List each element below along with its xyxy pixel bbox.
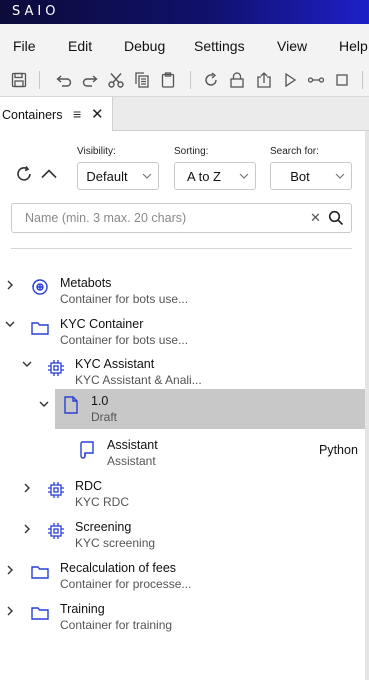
collapse-all-icon[interactable]	[40, 165, 58, 183]
search-icon[interactable]	[328, 210, 344, 226]
tree-item-screening[interactable]: Screening KYC screening	[0, 515, 365, 555]
tree-item-title: RDC	[75, 479, 103, 493]
tree-item-subtitle: KYC RDC	[75, 495, 130, 509]
tree-item-title: Screening	[75, 520, 132, 534]
chip-icon	[48, 482, 64, 498]
folder-icon	[31, 566, 49, 579]
save-icon[interactable]	[8, 69, 30, 91]
tree-item-title: KYC Assistant	[75, 357, 155, 371]
tab-containers[interactable]: Containers ≡ ✕	[0, 97, 113, 132]
tree-item-assistant[interactable]: Assistant Assistant Python	[0, 433, 365, 473]
containers-panel: Visibility: Default Sorting: A to Z Sear…	[0, 131, 365, 680]
refresh-tree-icon[interactable]	[14, 164, 34, 184]
menu-debug[interactable]: Debug	[124, 38, 165, 54]
tree-item-subtitle: Container for bots use...	[60, 292, 189, 306]
chip-icon	[48, 523, 64, 539]
search-for-select[interactable]: Bot	[270, 162, 352, 190]
divider	[11, 248, 352, 249]
panel-scrollbar[interactable]	[365, 131, 369, 680]
lock-icon[interactable]	[226, 69, 248, 91]
tree-item-subtitle: Assistant	[107, 454, 156, 468]
tree-item-subtitle: KYC Assistant & Anali...	[75, 373, 202, 387]
search-for-value: Bot	[290, 169, 310, 184]
menu-icon[interactable]: ≡	[73, 106, 81, 122]
title-bar: SAIO	[0, 0, 369, 24]
visibility-value: Default	[86, 169, 128, 184]
tree-item-metabots[interactable]: Metabots Container for bots use...	[0, 271, 365, 311]
menu-edit[interactable]: Edit	[68, 38, 92, 54]
search-for-label: Search for:	[270, 146, 319, 157]
export-icon[interactable]	[253, 69, 275, 91]
tree-item-subtitle: Container for bots use...	[60, 333, 189, 347]
sorting-label: Sorting:	[174, 146, 209, 157]
toolbar-separator	[39, 71, 40, 89]
stop-icon[interactable]	[331, 69, 353, 91]
toolbar-separator	[362, 71, 363, 89]
search-input[interactable]	[12, 204, 302, 232]
tree-item-recalculation-of-fees[interactable]: Recalculation of fees Container for proc…	[0, 556, 365, 596]
tab-strip: Containers ≡ ✕	[0, 96, 369, 132]
tree-item-title: Training	[60, 602, 105, 616]
visibility-label: Visibility:	[77, 146, 116, 157]
tree-item-training[interactable]: Training Container for training	[0, 597, 365, 637]
undo-icon[interactable]	[53, 69, 75, 91]
chevron-down-icon[interactable]	[21, 358, 33, 370]
chevron-down-icon	[335, 173, 345, 179]
toolbar	[0, 64, 369, 96]
redo-icon[interactable]	[79, 69, 101, 91]
chevron-down-icon[interactable]	[4, 318, 16, 330]
app-logo: SAIO	[12, 4, 60, 19]
run-icon[interactable]	[279, 69, 301, 91]
tree-item-subtitle: Container for processe...	[60, 577, 192, 591]
tree-item-rdc[interactable]: RDC KYC RDC	[0, 474, 365, 514]
toolbar-separator	[190, 71, 191, 89]
chevron-down-icon[interactable]	[38, 398, 50, 410]
step-icon[interactable]	[305, 69, 327, 91]
folder-icon	[31, 607, 49, 620]
document-icon	[64, 396, 78, 414]
menu-bar: File Edit Debug Settings View Help	[0, 24, 369, 64]
paste-icon[interactable]	[157, 69, 179, 91]
tree-item-version-1-0[interactable]: 1.0 Draft	[39, 389, 365, 429]
tree-item-title: 1.0	[91, 394, 109, 408]
menu-file[interactable]: File	[13, 38, 36, 54]
tree-item-subtitle: Draft	[91, 410, 118, 424]
tree-item-title: KYC Container	[60, 317, 144, 331]
search-box: ✕	[11, 203, 352, 233]
tab-label: Containers	[2, 108, 63, 122]
menu-help[interactable]: Help	[339, 38, 368, 54]
sorting-select[interactable]: A to Z	[174, 162, 256, 190]
script-icon	[80, 441, 94, 459]
close-icon[interactable]: ✕	[91, 105, 104, 123]
tree-item-kyc-assistant[interactable]: KYC Assistant KYC Assistant & Anali...	[0, 352, 365, 392]
chevron-right-icon[interactable]	[4, 279, 16, 291]
tree-item-title: Metabots	[60, 276, 112, 290]
chevron-right-icon[interactable]	[4, 564, 16, 576]
chevron-right-icon[interactable]	[4, 605, 16, 617]
folder-icon	[31, 322, 49, 335]
refresh-icon[interactable]	[200, 69, 222, 91]
menu-view[interactable]: View	[277, 38, 307, 54]
chevron-right-icon[interactable]	[21, 523, 33, 535]
menu-settings[interactable]: Settings	[194, 38, 245, 54]
metabot-icon	[32, 279, 48, 295]
chevron-down-icon	[239, 173, 249, 179]
chip-icon	[48, 360, 64, 376]
copy-icon[interactable]	[131, 69, 153, 91]
cut-icon[interactable]	[105, 69, 127, 91]
visibility-select[interactable]: Default	[77, 162, 159, 190]
sorting-value: A to Z	[187, 169, 221, 184]
chevron-right-icon[interactable]	[21, 482, 33, 494]
tree-item-subtitle: Container for training	[60, 618, 173, 632]
tree-item-kyc-container[interactable]: KYC Container Container for bots use...	[0, 312, 365, 352]
clear-icon[interactable]: ✕	[310, 210, 321, 226]
chevron-down-icon	[142, 173, 152, 179]
tree-item-title: Assistant	[107, 438, 158, 452]
tree-item-subtitle: KYC screening	[75, 536, 156, 550]
language-label: Python	[319, 443, 358, 457]
tree-item-title: Recalculation of fees	[60, 561, 177, 575]
